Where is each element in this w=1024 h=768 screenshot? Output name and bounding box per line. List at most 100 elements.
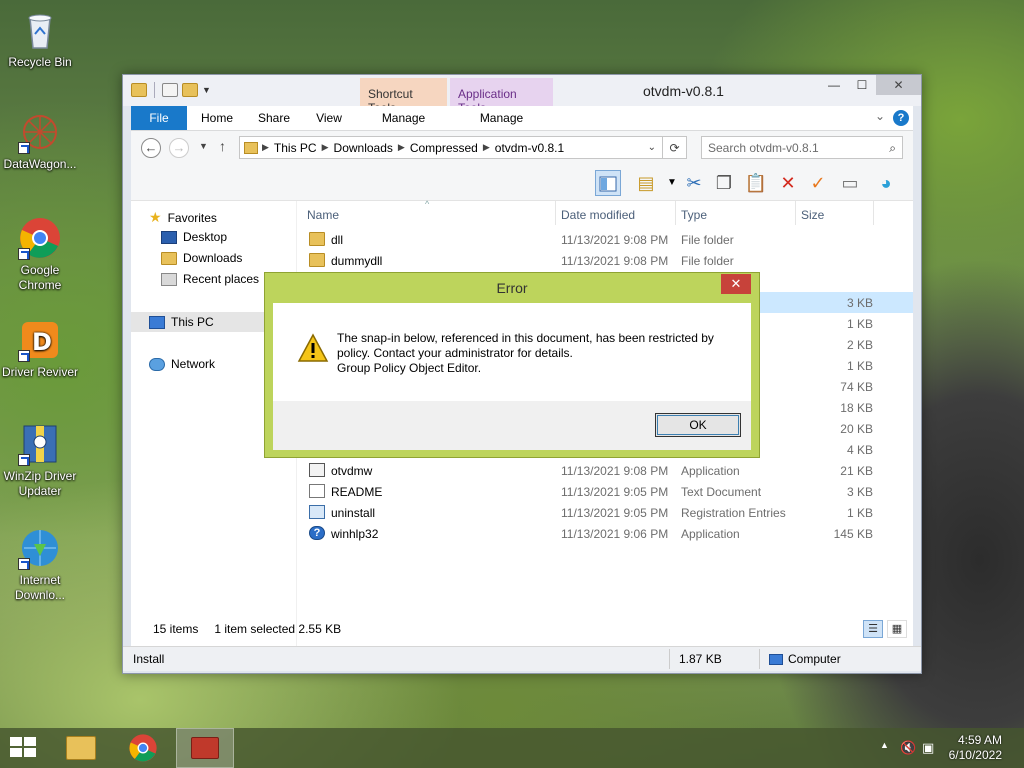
file-name: otvdmw	[331, 464, 373, 478]
desktop-icon-label: DataWagon...	[3, 157, 77, 171]
selection-info: 1 item selected 2.55 KB	[214, 622, 342, 636]
new-folder-icon[interactable]	[182, 83, 198, 97]
breadcrumb-separator-icon[interactable]: ▶	[262, 142, 269, 153]
folder-options-icon[interactable]: ▤	[633, 170, 659, 196]
maximize-button[interactable]: ☐	[848, 75, 876, 95]
file-name: winhlp32	[331, 527, 379, 541]
details-view-button[interactable]: ☰	[863, 620, 883, 638]
breadcrumb-compressed[interactable]: Compressed	[405, 141, 483, 155]
nav-recent-places[interactable]: Recent places	[161, 272, 259, 286]
up-arrow-icon[interactable]: ↑	[219, 138, 226, 154]
driver-reviver-icon: D	[18, 318, 62, 362]
file-name: README	[331, 485, 383, 499]
taskbar: ▲ 🔇 ▣ 4:59 AM 6/10/2022	[0, 728, 1024, 768]
desktop-icon-driver-reviver[interactable]: D Driver Reviver	[0, 318, 80, 380]
desktop-icon-internet-download[interactable]: Internet Downlo...	[0, 526, 80, 603]
column-type[interactable]: Type	[681, 208, 707, 222]
address-dropdown-chevron-icon[interactable]: ⌄	[648, 142, 656, 153]
file-row[interactable]: README 11/13/2021 9:05 PM Text Document …	[299, 481, 913, 502]
nav-recent-label: Recent places	[183, 272, 260, 286]
dialog-close-button[interactable]: ✕	[721, 274, 751, 294]
file-size: 18 KB	[840, 401, 873, 415]
nav-downloads[interactable]: Downloads	[161, 251, 242, 265]
paste-icon[interactable]: 📋	[743, 170, 769, 196]
file-size: 21 KB	[840, 464, 873, 478]
nav-favorites[interactable]: ★ Favorites	[149, 209, 217, 226]
breadcrumb-this-pc[interactable]: This PC	[269, 141, 322, 155]
file-type: Registration Entries	[681, 506, 786, 520]
file-date: 11/13/2021 9:08 PM	[561, 233, 669, 247]
context-label-shortcut-tools: Shortcut Tools	[360, 78, 447, 115]
clock-time: 4:59 AM	[957, 733, 1002, 747]
file-row[interactable]: ? winhlp32 11/13/2021 9:06 PM Applicatio…	[299, 523, 913, 544]
breadcrumb-separator-icon[interactable]: ▶	[322, 142, 329, 153]
back-button[interactable]: ←	[141, 138, 161, 158]
close-button[interactable]: ✕	[876, 75, 921, 95]
breadcrumb-downloads[interactable]: Downloads	[329, 141, 398, 155]
folder-icon	[131, 83, 147, 97]
taskbar-file-explorer[interactable]	[52, 728, 110, 768]
file-row[interactable]: dll 11/13/2021 9:08 PM File folder	[299, 229, 913, 250]
search-input[interactable]: Search otvdm-v0.8.1 ⌕	[701, 136, 903, 159]
desktop-icon-winzip-driver-updater[interactable]: WinZip Driver Updater	[0, 422, 80, 499]
column-date[interactable]: Date modified	[561, 208, 635, 222]
nav-network[interactable]: Network	[149, 357, 215, 371]
column-name[interactable]: Name	[307, 208, 339, 222]
network-status-icon[interactable]: ▣	[922, 740, 934, 756]
breadcrumb-separator-icon[interactable]: ▶	[483, 142, 490, 153]
file-row[interactable]: dummydll 11/13/2021 9:08 PM File folder	[299, 250, 913, 271]
large-icons-view-button[interactable]: ▦	[887, 620, 907, 638]
chevron-down-icon[interactable]: ▼	[202, 85, 211, 95]
column-size[interactable]: Size	[801, 208, 824, 222]
desktop-icon	[161, 230, 177, 244]
start-button[interactable]	[10, 737, 38, 759]
computer-icon	[769, 653, 783, 665]
tab-manage-shortcut[interactable]: Manage	[360, 106, 447, 130]
minimize-button[interactable]: —	[820, 75, 848, 95]
ribbon-expand-chevron-icon[interactable]: ⌄	[875, 109, 885, 123]
refresh-button[interactable]: ⟳	[663, 136, 687, 159]
nav-desktop[interactable]: Desktop	[161, 230, 227, 244]
tab-view[interactable]: View	[305, 106, 353, 130]
tab-file[interactable]: File	[131, 106, 187, 130]
taskbar-toolbox-app[interactable]	[176, 728, 234, 768]
tab-home[interactable]: Home	[191, 106, 243, 130]
file-row[interactable]: uninstall 11/13/2021 9:05 PM Registratio…	[299, 502, 913, 523]
delete-icon[interactable]: ✕	[775, 170, 801, 196]
title-bar[interactable]: ▼ Shortcut Tools Application Tools otvdm…	[123, 75, 921, 115]
toolbox-icon	[191, 737, 219, 759]
checkmark-icon[interactable]: ✓	[805, 170, 831, 196]
cut-icon[interactable]: ✂	[681, 170, 707, 196]
desktop-icon-datawagon[interactable]: DataWagon...	[0, 110, 80, 172]
preview-pane-button[interactable]	[595, 170, 621, 196]
taskbar-chrome[interactable]	[114, 728, 172, 768]
ribbon: File Home Share View Manage Manage ⌄ ?	[131, 106, 913, 131]
sort-ascending-icon: ^	[425, 199, 430, 209]
breadcrumb-separator-icon[interactable]: ▶	[398, 142, 405, 153]
desktop-icon-google-chrome[interactable]: Google Chrome	[0, 216, 80, 293]
file-row[interactable]: otvdmw 11/13/2021 9:08 PM Application 21…	[299, 460, 913, 481]
clock[interactable]: 4:59 AM 6/10/2022	[949, 733, 1002, 763]
forward-button[interactable]: →	[169, 138, 189, 158]
folder-icon	[309, 232, 325, 246]
show-hidden-icons-chevron-icon[interactable]: ▲	[880, 740, 889, 750]
recent-locations-chevron-icon[interactable]: ▼	[199, 141, 208, 151]
help-icon[interactable]: ?	[893, 110, 909, 126]
address-bar[interactable]: ▶ This PC ▶ Downloads ▶ Compressed ▶ otv…	[239, 136, 663, 159]
desktop-icon-recycle-bin[interactable]: Recycle Bin	[0, 8, 80, 70]
breadcrumb-otvdm[interactable]: otvdm-v0.8.1	[490, 141, 569, 155]
copy-icon[interactable]: ❐	[711, 170, 737, 196]
desktop-icon-label: Driver Reviver	[1, 365, 78, 379]
globe-icon[interactable]: ◕	[873, 170, 899, 196]
volume-muted-icon[interactable]: 🔇	[900, 740, 916, 756]
file-type: Application	[681, 464, 740, 478]
properties-icon[interactable]	[162, 83, 178, 97]
winzip-icon	[18, 422, 62, 466]
dialog-message-line-2: policy. Contact your administrator for d…	[337, 346, 573, 360]
rename-icon[interactable]: ▭	[837, 170, 863, 196]
ok-button[interactable]: OK	[655, 413, 741, 437]
tab-manage-application[interactable]: Manage	[450, 106, 553, 130]
tab-share[interactable]: Share	[249, 106, 299, 130]
nav-this-pc[interactable]: This PC	[149, 315, 214, 329]
help-file-icon: ?	[309, 526, 325, 540]
